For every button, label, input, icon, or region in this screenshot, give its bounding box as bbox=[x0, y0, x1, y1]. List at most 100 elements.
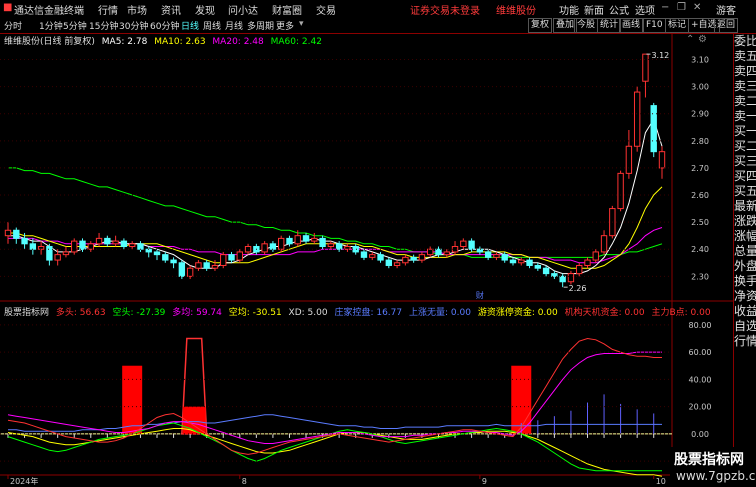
panel-item[interactable]: 外盘 bbox=[734, 259, 756, 274]
indicator-tick-label: 60.00 bbox=[689, 348, 712, 357]
candle-body bbox=[220, 254, 227, 266]
panel-item[interactable]: 委比 bbox=[734, 34, 756, 49]
legend-youzi: 游资涨停资金: 0.00 bbox=[477, 308, 558, 318]
candle-body bbox=[418, 254, 426, 261]
panel-item[interactable]: 买一 bbox=[734, 124, 756, 139]
candle-body bbox=[435, 248, 442, 256]
event-marker[interactable]: 财 bbox=[476, 290, 484, 300]
kline-chart[interactable]: 3.103.002.902.802.702.602.502.402.3080.0… bbox=[0, 0, 733, 487]
candle-body bbox=[559, 275, 566, 283]
panel-item[interactable]: 买五 bbox=[734, 184, 756, 199]
panel-item[interactable]: 卖二 bbox=[734, 94, 756, 109]
panel-item[interactable]: 买四 bbox=[734, 169, 756, 184]
candle-body bbox=[377, 254, 384, 261]
candle-body bbox=[393, 262, 401, 266]
candle-body bbox=[21, 237, 28, 245]
ma5-line bbox=[8, 117, 663, 275]
date-tick-label: 2024年 bbox=[10, 476, 38, 486]
candle-body bbox=[501, 254, 508, 261]
candle-body bbox=[37, 246, 45, 250]
panel-item[interactable]: 净资 bbox=[734, 289, 756, 304]
ma10-line bbox=[8, 186, 663, 269]
candle-body bbox=[642, 53, 649, 82]
watermark-url: www.7gpzb.com bbox=[676, 469, 756, 483]
candle-body bbox=[369, 254, 376, 258]
date-tick-label: 9 bbox=[482, 477, 487, 486]
panel-item[interactable]: 最新 bbox=[734, 199, 756, 214]
panel-item[interactable]: 买二 bbox=[734, 139, 756, 154]
candle-body bbox=[236, 251, 243, 261]
candle-body bbox=[286, 237, 293, 245]
candle-body bbox=[71, 240, 78, 253]
candle-body bbox=[29, 243, 37, 250]
price-tick-label: 2.60 bbox=[691, 191, 709, 200]
legend-lianhe: 庄家控盘: 16.77 bbox=[334, 308, 403, 318]
price-tick-label: 3.10 bbox=[691, 56, 709, 65]
legend-xd: XD: 5.00 bbox=[288, 308, 328, 318]
candle-body bbox=[319, 237, 326, 248]
candle-body bbox=[87, 243, 94, 250]
panel-item[interactable]: 换手 bbox=[734, 274, 756, 289]
candle-body bbox=[344, 246, 351, 250]
quote-side-panel: 委比 卖五 卖四 卖三 卖二 卖一 买一 买二 买三 买四 买五 最新 涨跌 涨幅 总量 外盘 换手 净资 收益 自选… bbox=[733, 34, 756, 487]
candle-body bbox=[493, 254, 500, 258]
candle-body bbox=[335, 243, 343, 250]
legend-duojun: 多均: 59.74 bbox=[172, 308, 222, 318]
panel-item[interactable]: 卖五 bbox=[734, 49, 756, 64]
price-tick-label: 2.30 bbox=[691, 272, 709, 281]
panel-item[interactable]: 总量 bbox=[734, 244, 756, 259]
date-tick-label: 8 bbox=[242, 477, 247, 486]
panel-item[interactable]: 收益 bbox=[734, 304, 756, 319]
indicator-tick-label: 0.00 bbox=[691, 430, 709, 439]
candle-body bbox=[277, 237, 285, 250]
candle-body bbox=[509, 259, 517, 264]
panel-item[interactable]: 涨跌 bbox=[734, 214, 756, 229]
panel-item[interactable]: 涨幅 bbox=[734, 229, 756, 244]
candle-body bbox=[186, 267, 194, 277]
price-tick-label: 2.70 bbox=[691, 164, 709, 173]
candle-body bbox=[518, 259, 525, 264]
legend-zhuli: 主力B点: 0.00 bbox=[651, 308, 711, 318]
candle-body bbox=[385, 259, 393, 266]
panel-item[interactable]: 卖三 bbox=[734, 79, 756, 94]
candle-body bbox=[576, 264, 583, 275]
candle-body bbox=[46, 246, 53, 261]
price-tick-label: 3.00 bbox=[691, 83, 709, 92]
low-price-label: 2.26 bbox=[569, 284, 587, 293]
candle-body bbox=[170, 259, 177, 264]
candle-body bbox=[104, 237, 111, 245]
candle-body bbox=[228, 254, 235, 261]
candle-body bbox=[468, 240, 475, 250]
candle-body bbox=[294, 235, 301, 245]
candle-body bbox=[650, 105, 657, 153]
candle-body bbox=[584, 259, 591, 266]
candle-body bbox=[410, 256, 417, 261]
panel-item[interactable]: 卖四 bbox=[734, 64, 756, 79]
candle-body bbox=[178, 262, 186, 277]
candle-body bbox=[633, 91, 641, 147]
candle-body bbox=[567, 273, 575, 283]
panel-item[interactable]: 行情 bbox=[734, 334, 756, 349]
price-tick-label: 2.90 bbox=[691, 110, 709, 119]
legend-jigou: 机构天机资金: 0.00 bbox=[564, 308, 645, 318]
indicator-name[interactable]: 股票指标网 bbox=[4, 308, 49, 318]
legend-kongjun: 空均: -30.51 bbox=[228, 308, 282, 318]
panel-item[interactable]: 买三 bbox=[734, 154, 756, 169]
watermark-title: 股票指标网 bbox=[674, 452, 744, 468]
panel-item[interactable]: 卖一 bbox=[734, 109, 756, 124]
panel-item[interactable]: 自选 bbox=[734, 319, 756, 334]
signal-bar bbox=[122, 365, 143, 434]
legend-kongtou: 空头: -27.39 bbox=[112, 308, 166, 318]
candle-body bbox=[62, 251, 70, 256]
candle-body bbox=[4, 229, 12, 237]
candle-body bbox=[592, 251, 599, 261]
candle-body bbox=[658, 151, 666, 169]
candle-body bbox=[302, 235, 310, 242]
kongjun-line bbox=[7, 428, 663, 477]
candle-body bbox=[95, 237, 103, 245]
candle-body bbox=[120, 240, 128, 248]
candle-body bbox=[484, 251, 492, 258]
indicator-tick-label: 20.00 bbox=[689, 403, 712, 412]
price-tick-label: 2.40 bbox=[691, 245, 709, 254]
candle-body bbox=[534, 264, 542, 269]
